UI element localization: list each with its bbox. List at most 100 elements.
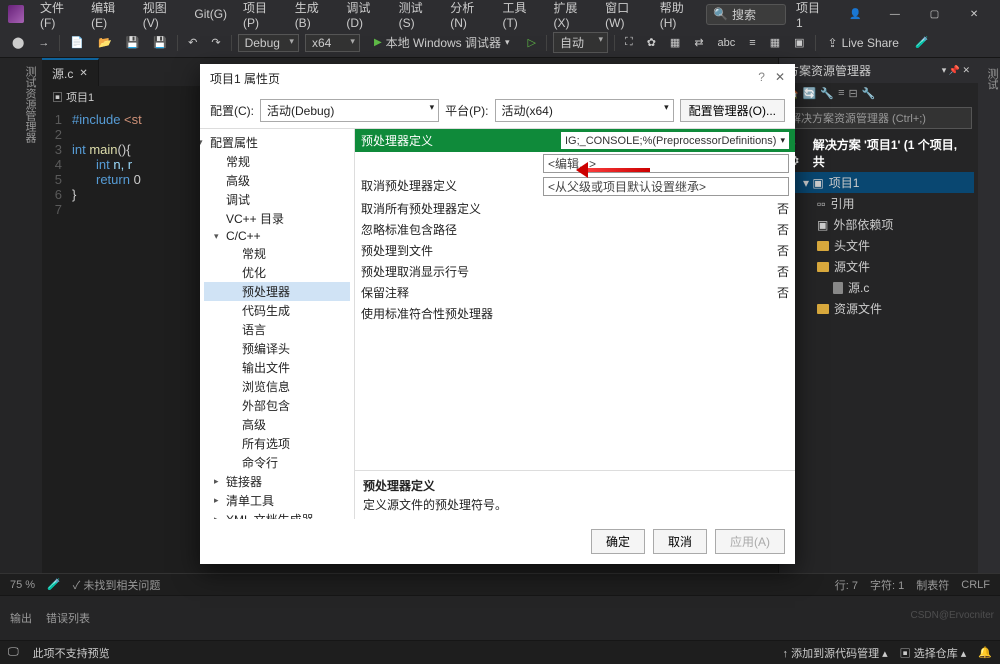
tree-cpp-browse[interactable]: 浏览信息 [204, 377, 350, 396]
menu-tools[interactable]: 工具(T) [496, 0, 543, 32]
show-all-icon[interactable]: ≡ [838, 87, 844, 100]
solution-node[interactable]: ▾ ⛭ 解决方案 '项目1' (1 个项目, 共 [783, 134, 974, 172]
minimize-button[interactable]: — [877, 0, 913, 28]
grid-row-undef-all[interactable]: 取消所有预处理器定义否 [355, 198, 795, 219]
maximize-button[interactable]: ▢ [917, 0, 953, 28]
solution-search-input[interactable]: 解决方案资源管理器 (Ctrl+;) [785, 107, 972, 129]
run-button[interactable]: ▶本地 Windows 调试器▾ [366, 32, 518, 53]
menu-file[interactable]: 文件(F) [34, 0, 81, 32]
grid-row-undef[interactable]: 取消预处理器定义<从父级或项目默认设置继承> [355, 175, 795, 198]
grid-row-ignore-std[interactable]: 忽略标准包含路径否 [355, 219, 795, 240]
save-all-icon[interactable]: 💾 [149, 34, 171, 51]
tab-close-icon[interactable]: ✕ [79, 68, 87, 79]
undo-icon[interactable]: ↶ [184, 34, 201, 51]
ok-button[interactable]: 确定 [591, 529, 645, 554]
select-repo[interactable]: ▣ 选择仓库 ▴ [900, 645, 967, 661]
tree-linker[interactable]: 链接器 [204, 472, 350, 491]
resources-node[interactable]: 资源文件 [783, 298, 974, 319]
menu-extensions[interactable]: 扩展(X) [548, 0, 596, 32]
tree-config-props[interactable]: 配置属性 [204, 133, 350, 152]
menu-analyze[interactable]: 分析(N) [444, 0, 492, 32]
tree-cpp-output[interactable]: 输出文件 [204, 358, 350, 377]
indent-mode[interactable]: 制表符 [916, 577, 949, 593]
panel-pin-icon[interactable]: ▾ 📌 ✕ [942, 65, 970, 76]
right-edge-panel[interactable]: 测试 [978, 58, 1000, 573]
zoom[interactable]: 75 % [10, 579, 35, 591]
dialog-help-icon[interactable]: ? [758, 70, 765, 87]
tb-icon-3[interactable]: ▦ [666, 34, 684, 51]
tab-source-c[interactable]: 源.c✕ [42, 58, 99, 86]
tree-xml[interactable]: XML 文档生成器 [204, 510, 350, 519]
tree-advanced[interactable]: 高级 [204, 171, 350, 190]
tb-icon-2[interactable]: ✿ [643, 34, 660, 51]
close-button[interactable]: ✕ [956, 0, 992, 28]
caret-col[interactable]: 字符: 1 [870, 577, 904, 593]
tree-cpp-preproc[interactable]: 预处理器 [204, 282, 350, 301]
search-input[interactable]: 🔍搜索 [706, 4, 786, 25]
tree-cpp-codegen[interactable]: 代码生成 [204, 301, 350, 320]
project-node[interactable]: ▾ ▣ 项目1 [783, 172, 974, 193]
tree-cpp-general[interactable]: 常规 [204, 244, 350, 263]
tree-cpp-all[interactable]: 所有选项 [204, 434, 350, 453]
platform-combo[interactable]: x64 [305, 34, 360, 52]
start-no-debug-icon[interactable]: ▷ [524, 34, 540, 51]
config-manager-button[interactable]: 配置管理器(O)... [680, 99, 785, 122]
sync-icon[interactable]: 🔄 [803, 87, 817, 100]
menu-help[interactable]: 帮助(H) [654, 0, 702, 32]
collapse-icon[interactable]: ⊟ [849, 87, 858, 100]
open-icon[interactable]: 📂 [94, 34, 116, 51]
live-share-button[interactable]: ⇪Live Share [822, 34, 905, 52]
menu-project[interactable]: 项目(P) [237, 0, 285, 32]
issues-status[interactable]: ✓ 未找到相关问题 [73, 577, 161, 593]
source-file-node[interactable]: 源.c [783, 277, 974, 298]
save-icon[interactable]: 💾 [122, 34, 144, 51]
tree-manifest[interactable]: 清单工具 [204, 491, 350, 510]
redo-icon[interactable]: ↷ [207, 34, 224, 51]
tb-icon-1[interactable]: ⛶ [621, 34, 637, 51]
menu-view[interactable]: 视图(V) [137, 0, 185, 32]
cancel-button[interactable]: 取消 [653, 529, 707, 554]
tb-icon-5[interactable]: abc [714, 35, 740, 51]
add-source-control[interactable]: ↑ 添加到源代码管理 ▴ [783, 645, 888, 661]
nav-fwd-icon[interactable]: → [34, 35, 53, 51]
sources-node[interactable]: 源文件 [783, 256, 974, 277]
platform-combo[interactable]: 活动(x64) [495, 99, 674, 122]
tree-vc-dirs[interactable]: VC++ 目录 [204, 209, 350, 228]
caret-line[interactable]: 行: 7 [835, 577, 858, 593]
grid-row-preproc-def[interactable]: 预处理器定义IG;_CONSOLE;%(PreprocessorDefiniti… [355, 129, 795, 152]
dialog-close-icon[interactable]: ✕ [775, 70, 785, 87]
properties-icon[interactable]: 🔧 [862, 87, 876, 100]
grid-row-supress-line[interactable]: 预处理取消显示行号否 [355, 261, 795, 282]
tree-cpp-ext[interactable]: 外部包含 [204, 396, 350, 415]
config-combo[interactable]: 活动(Debug) [260, 99, 439, 122]
errorlist-tab[interactable]: 错误列表 [46, 610, 90, 626]
property-tree[interactable]: 配置属性 常规 高级 调试 VC++ 目录 C/C++ 常规 优化 预处理器 代… [200, 129, 355, 519]
external-deps-node[interactable]: ▣ 外部依赖项 [783, 214, 974, 235]
eol-mode[interactable]: CRLF [961, 579, 990, 591]
auto-combo[interactable]: 自动 [553, 32, 608, 53]
nav-back-icon[interactable]: ⬤ [8, 34, 28, 51]
bell-icon[interactable]: 🔔 [978, 646, 992, 659]
menu-window[interactable]: 窗口(W) [599, 0, 650, 32]
new-item-icon[interactable]: 📄 [66, 34, 88, 51]
left-toolbox-panel[interactable]: 测试资源管理器 [0, 58, 42, 573]
menu-git[interactable]: Git(G) [188, 5, 233, 23]
avatar-icon[interactable]: 👤 [837, 0, 873, 28]
grid-row-conforming[interactable]: 使用标准符合性预处理器 [355, 303, 795, 324]
tree-cpp[interactable]: C/C++ [204, 228, 350, 244]
tree-cpp-lang[interactable]: 语言 [204, 320, 350, 339]
menu-test[interactable]: 测试(S) [393, 0, 441, 32]
preproc-def-value[interactable]: IG;_CONSOLE;%(PreprocessorDefinitions) [561, 132, 789, 149]
tb-icon-6[interactable]: ≡ [745, 35, 759, 51]
grid-row-preproc-file[interactable]: 预处理到文件否 [355, 240, 795, 261]
tree-cpp-cmd[interactable]: 命令行 [204, 453, 350, 472]
headers-node[interactable]: 头文件 [783, 235, 974, 256]
menu-edit[interactable]: 编辑(E) [85, 0, 133, 32]
output-tab[interactable]: 输出 [10, 610, 32, 626]
tree-general[interactable]: 常规 [204, 152, 350, 171]
tb-icon-4[interactable]: ⇄ [690, 34, 707, 51]
grid-row-edit-dropdown[interactable]: <编辑...> [355, 152, 795, 175]
apply-button[interactable]: 应用(A) [715, 529, 785, 554]
tree-debug[interactable]: 调试 [204, 190, 350, 209]
tree-cpp-pch[interactable]: 预编译头 [204, 339, 350, 358]
